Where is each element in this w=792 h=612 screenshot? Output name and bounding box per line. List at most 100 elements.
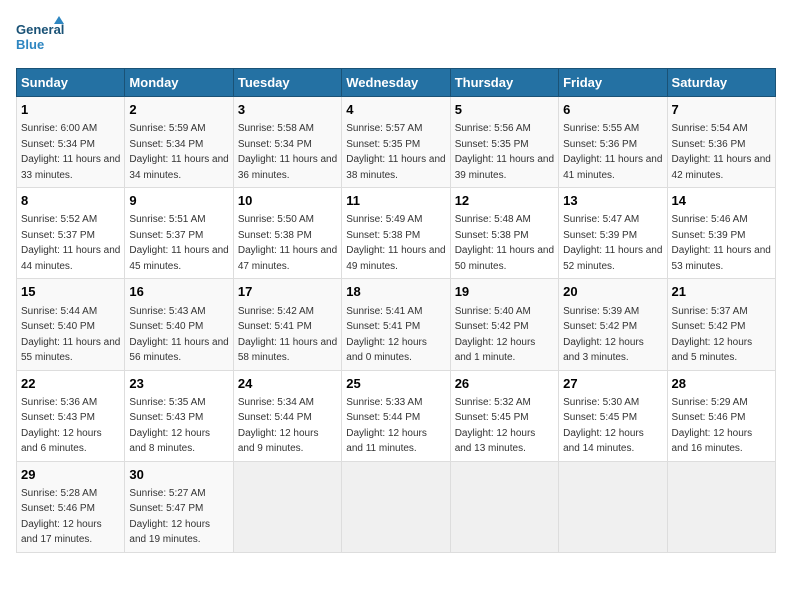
day-info: Sunrise: 5:55 AMSunset: 5:36 PMDaylight:… [563,123,662,181]
calendar-cell: 26 Sunrise: 5:32 AMSunset: 5:45 PMDayligh… [450,370,558,461]
day-number: 9 [129,192,228,210]
day-info: Sunrise: 5:49 AMSunset: 5:38 PMDaylight:… [346,214,445,272]
day-number: 30 [129,466,228,484]
calendar-cell: 25 Sunrise: 5:33 AMSunset: 5:44 PMDayligh… [342,370,450,461]
calendar-cell: 2 Sunrise: 5:59 AMSunset: 5:34 PMDaylight… [125,97,233,188]
day-info: Sunrise: 5:57 AMSunset: 5:35 PMDaylight:… [346,123,445,181]
day-info: Sunrise: 5:59 AMSunset: 5:34 PMDaylight:… [129,123,228,181]
calendar-cell: 23 Sunrise: 5:35 AMSunset: 5:43 PMDayligh… [125,370,233,461]
day-info: Sunrise: 5:48 AMSunset: 5:38 PMDaylight:… [455,214,554,272]
day-number: 14 [672,192,771,210]
day-number: 11 [346,192,445,210]
calendar-cell: 29 Sunrise: 5:28 AMSunset: 5:46 PMDayligh… [17,461,125,552]
calendar-week-row: 8Sunrise: 5:52 AMSunset: 5:37 PMDaylight… [17,188,776,279]
weekday-header: Sunday [17,69,125,97]
calendar-cell: 20 Sunrise: 5:39 AMSunset: 5:42 PMDayligh… [559,279,667,370]
calendar-cell: 11 Sunrise: 5:49 AMSunset: 5:38 PMDayligh… [342,188,450,279]
day-info: Sunrise: 5:39 AMSunset: 5:42 PMDaylight:… [563,306,644,364]
day-info: Sunrise: 5:51 AMSunset: 5:37 PMDaylight:… [129,214,228,272]
calendar-cell: 22 Sunrise: 5:36 AMSunset: 5:43 PMDayligh… [17,370,125,461]
weekday-header: Saturday [667,69,775,97]
day-info: Sunrise: 5:27 AMSunset: 5:47 PMDaylight:… [129,488,210,546]
calendar-cell [342,461,450,552]
day-number: 8 [21,192,120,210]
day-info: Sunrise: 5:41 AMSunset: 5:41 PMDaylight:… [346,306,427,364]
day-info: Sunrise: 5:43 AMSunset: 5:40 PMDaylight:… [129,306,228,364]
svg-text:Blue: Blue [16,37,44,52]
calendar-cell: 9 Sunrise: 5:51 AMSunset: 5:37 PMDaylight… [125,188,233,279]
calendar-cell: 8Sunrise: 5:52 AMSunset: 5:37 PMDaylight… [17,188,125,279]
calendar-cell: 16 Sunrise: 5:43 AMSunset: 5:40 PMDayligh… [125,279,233,370]
calendar-cell [450,461,558,552]
calendar-cell: 18 Sunrise: 5:41 AMSunset: 5:41 PMDayligh… [342,279,450,370]
day-number: 27 [563,375,662,393]
day-number: 29 [21,466,120,484]
weekday-header: Thursday [450,69,558,97]
day-number: 10 [238,192,337,210]
day-number: 22 [21,375,120,393]
calendar-cell: 3 Sunrise: 5:58 AMSunset: 5:34 PMDaylight… [233,97,341,188]
calendar-week-row: 15Sunrise: 5:44 AMSunset: 5:40 PMDayligh… [17,279,776,370]
day-info: Sunrise: 5:47 AMSunset: 5:39 PMDaylight:… [563,214,662,272]
weekday-header: Wednesday [342,69,450,97]
calendar-cell: 27 Sunrise: 5:30 AMSunset: 5:45 PMDayligh… [559,370,667,461]
day-number: 5 [455,101,554,119]
day-info: Sunrise: 5:35 AMSunset: 5:43 PMDaylight:… [129,397,210,455]
day-info: Sunrise: 6:00 AMSunset: 5:34 PMDaylight:… [21,123,120,181]
day-info: Sunrise: 5:29 AMSunset: 5:46 PMDaylight:… [672,397,753,455]
day-number: 2 [129,101,228,119]
calendar-cell [233,461,341,552]
day-number: 19 [455,283,554,301]
calendar-cell: 13Sunrise: 5:47 AMSunset: 5:39 PMDayligh… [559,188,667,279]
calendar-cell: 5 Sunrise: 5:56 AMSunset: 5:35 PMDaylight… [450,97,558,188]
calendar-table: SundayMondayTuesdayWednesdayThursdayFrid… [16,68,776,553]
calendar-week-row: 22 Sunrise: 5:36 AMSunset: 5:43 PMDayligh… [17,370,776,461]
calendar-cell: 19 Sunrise: 5:40 AMSunset: 5:42 PMDayligh… [450,279,558,370]
day-number: 18 [346,283,445,301]
calendar-cell: 15Sunrise: 5:44 AMSunset: 5:40 PMDayligh… [17,279,125,370]
calendar-cell: 1Sunrise: 6:00 AMSunset: 5:34 PMDaylight… [17,97,125,188]
day-info: Sunrise: 5:28 AMSunset: 5:46 PMDaylight:… [21,488,102,546]
calendar-week-row: 29 Sunrise: 5:28 AMSunset: 5:46 PMDayligh… [17,461,776,552]
svg-text:General: General [16,22,64,37]
logo: General Blue [16,16,68,56]
day-number: 21 [672,283,771,301]
day-number: 26 [455,375,554,393]
calendar-cell [559,461,667,552]
day-number: 20 [563,283,662,301]
day-number: 17 [238,283,337,301]
day-info: Sunrise: 5:54 AMSunset: 5:36 PMDaylight:… [672,123,771,181]
weekday-header-row: SundayMondayTuesdayWednesdayThursdayFrid… [17,69,776,97]
day-number: 24 [238,375,337,393]
day-number: 23 [129,375,228,393]
day-number: 15 [21,283,120,301]
day-info: Sunrise: 5:56 AMSunset: 5:35 PMDaylight:… [455,123,554,181]
day-number: 6 [563,101,662,119]
day-info: Sunrise: 5:36 AMSunset: 5:43 PMDaylight:… [21,397,102,455]
day-number: 25 [346,375,445,393]
day-info: Sunrise: 5:42 AMSunset: 5:41 PMDaylight:… [238,306,337,364]
calendar-cell: 30 Sunrise: 5:27 AMSunset: 5:47 PMDayligh… [125,461,233,552]
day-number: 12 [455,192,554,210]
calendar-cell: 17 Sunrise: 5:42 AMSunset: 5:41 PMDayligh… [233,279,341,370]
day-info: Sunrise: 5:33 AMSunset: 5:44 PMDaylight:… [346,397,427,455]
calendar-cell: 14 Sunrise: 5:46 AMSunset: 5:39 PMDayligh… [667,188,775,279]
page-header: General Blue [16,16,776,56]
calendar-cell: 12 Sunrise: 5:48 AMSunset: 5:38 PMDayligh… [450,188,558,279]
day-info: Sunrise: 5:32 AMSunset: 5:45 PMDaylight:… [455,397,536,455]
calendar-cell: 24 Sunrise: 5:34 AMSunset: 5:44 PMDayligh… [233,370,341,461]
weekday-header: Friday [559,69,667,97]
day-number: 7 [672,101,771,119]
day-info: Sunrise: 5:34 AMSunset: 5:44 PMDaylight:… [238,397,319,455]
calendar-cell: 10Sunrise: 5:50 AMSunset: 5:38 PMDayligh… [233,188,341,279]
day-number: 16 [129,283,228,301]
weekday-header: Monday [125,69,233,97]
day-info: Sunrise: 5:37 AMSunset: 5:42 PMDaylight:… [672,306,753,364]
calendar-cell [667,461,775,552]
day-info: Sunrise: 5:40 AMSunset: 5:42 PMDaylight:… [455,306,536,364]
day-info: Sunrise: 5:46 AMSunset: 5:39 PMDaylight:… [672,214,771,272]
day-info: Sunrise: 5:30 AMSunset: 5:45 PMDaylight:… [563,397,644,455]
calendar-cell: 6 Sunrise: 5:55 AMSunset: 5:36 PMDaylight… [559,97,667,188]
day-info: Sunrise: 5:58 AMSunset: 5:34 PMDaylight:… [238,123,337,181]
day-number: 3 [238,101,337,119]
